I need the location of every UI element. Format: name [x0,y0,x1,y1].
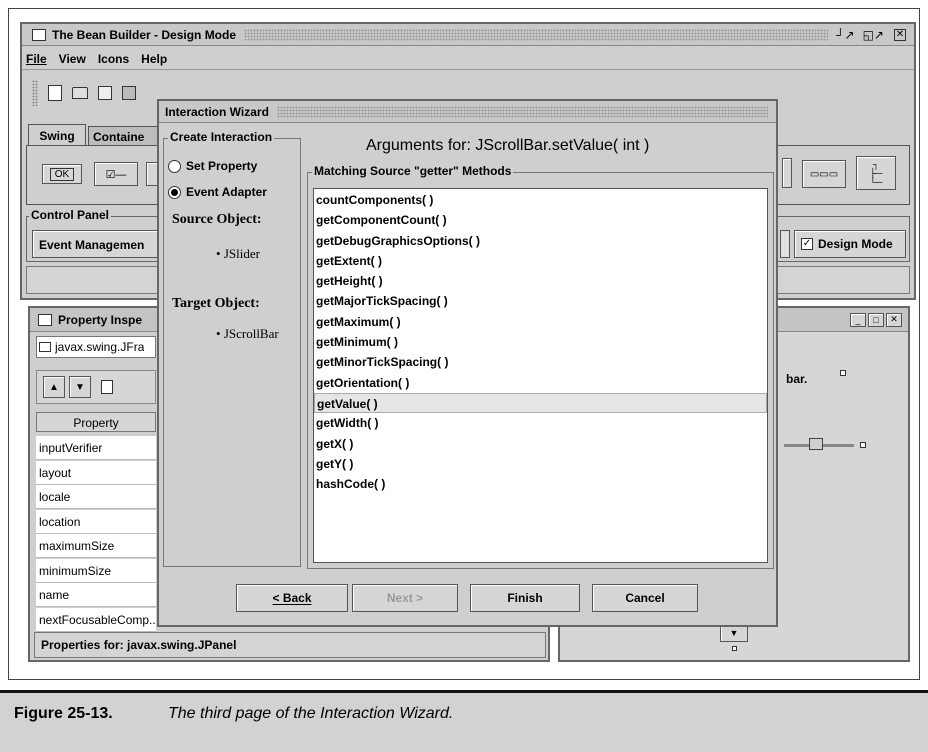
window-title: The Bean Builder - Design Mode [52,27,237,42]
palette-tree-icon[interactable]: ┐ ├─ └─ [856,156,896,190]
method-item[interactable]: getExtent( ) [314,251,767,271]
figure-text: The third page of the Interaction Wizard… [168,705,454,722]
radio-set-property-icon [168,159,181,173]
menu-help[interactable]: Help [141,52,167,66]
design-mode-label: Design Mode [818,237,893,251]
new-icon[interactable] [48,85,62,101]
palette-spinner-icon[interactable]: ▭▭▭ [802,160,846,188]
scroll-handle [732,646,737,651]
toolbar-grip [32,80,38,106]
design-icon[interactable] [122,86,136,100]
design-mode-check-icon: ✓ [801,238,813,250]
method-item[interactable]: getMinimum( ) [314,332,767,352]
close-icon[interactable]: ✕ [894,28,906,41]
target-object-label: Target Object: [172,296,260,311]
property-row[interactable]: location [36,509,156,534]
figure-caption: Figure 25-13. The third page of the Inte… [0,690,928,752]
method-item[interactable]: getValue( ) [314,392,767,414]
property-row[interactable]: inputVerifier [36,436,156,460]
slider-thumb[interactable] [808,438,823,450]
figure-number: Figure 25-13. [14,705,113,722]
set-property-label: Set Property [186,159,258,173]
maximize-icon[interactable]: ◱↗ [863,28,884,42]
minimize-icon[interactable]: ┘↗ [836,28,855,42]
label-handle [840,370,846,376]
radio-set-property[interactable]: Set Property [168,158,257,174]
wizard-titlebar-grip [276,105,768,118]
cancel-button[interactable]: Cancel [592,584,698,612]
inspector-footer: Properties for: javax.swing.JPanel [34,632,546,658]
property-row[interactable]: minimumSize [36,558,156,583]
test-minimize-icon[interactable]: _ [850,312,866,327]
finish-button[interactable]: Finish [470,584,580,612]
target-object-value: • JScrollBar [216,326,279,341]
source-object-value: • JSlider [216,246,260,261]
methods-legend: Matching Source "getter" Methods [312,164,514,178]
method-item[interactable]: getMinorTickSpacing( ) [314,352,767,372]
method-item[interactable]: countComponents( ) [314,190,767,210]
method-item[interactable]: getMajorTickSpacing( ) [314,291,767,311]
menu-file[interactable]: File [26,52,47,66]
save-icon[interactable] [98,86,112,100]
palette-tab-containers[interactable]: Containe [88,126,168,146]
window-icon [32,28,46,41]
wizard-title: Interaction Wizard [165,104,269,119]
test-label: bar. [786,372,808,386]
open-icon[interactable] [72,87,88,99]
create-interaction-group: Create Interaction [163,130,301,567]
menu-bar: File View Icons Help [22,48,914,70]
property-header-text: Property [73,416,119,430]
methods-list[interactable]: countComponents( ) getComponentCount( ) ge… [313,188,768,563]
arguments-heading: Arguments for: JScrollBar.setValue( int … [366,137,650,154]
test-maximize-icon[interactable]: □ [868,312,884,327]
inspector-footer-text: Properties for: javax.swing.JPanel [41,638,237,652]
property-row[interactable]: maximumSize [36,534,156,558]
toolbar [32,78,162,108]
move-down-icon[interactable]: ▼ [69,376,91,398]
property-column-header[interactable]: Property [36,412,156,432]
source-object-label: Source Object: [172,212,262,227]
radio-event-adapter[interactable]: Event Adapter [168,184,267,200]
method-item[interactable]: getOrientation( ) [314,373,767,393]
method-item[interactable]: getWidth( ) [314,413,767,433]
property-row[interactable]: locale [36,485,156,509]
palette-tab-swing[interactable]: Swing [28,124,86,146]
inspector-new-icon[interactable] [101,380,113,394]
method-item[interactable]: getComponentCount( ) [314,210,767,230]
titlebar-grip [244,28,829,41]
back-button[interactable]: < Back [236,584,348,612]
frame-icon [39,342,51,352]
event-adapter-label: Event Adapter [186,185,267,199]
method-item[interactable]: getMaximum( ) [314,312,767,332]
next-button[interactable]: Next > [352,584,458,612]
slider-handle [860,442,866,448]
inspector-window-icon [38,313,52,326]
property-inspector-title: Property Inspe [58,312,143,327]
radio-event-adapter-icon [168,185,181,199]
method-item[interactable]: getHeight( ) [314,271,767,291]
test-close-icon[interactable]: ✕ [886,312,902,327]
method-item[interactable]: hashCode( ) [314,474,767,494]
palette-toggle-icon[interactable] [782,158,792,188]
property-row[interactable]: layout [36,460,156,485]
property-row[interactable]: nextFocusableComp... [36,607,156,632]
move-up-icon[interactable]: ▲ [43,376,65,398]
property-row[interactable]: name [36,583,156,607]
menu-view[interactable]: View [59,52,86,66]
method-item[interactable]: getX( ) [314,434,767,454]
inspector-object-text: javax.swing.JFra [55,340,145,354]
create-interaction-legend: Create Interaction [168,130,275,144]
bean-builder-titlebar: The Bean Builder - Design Mode ┘↗ ◱↗ ✕ [22,24,914,46]
inspector-object-field[interactable]: javax.swing.JFra [36,336,156,358]
control-panel-label: Control Panel [29,208,112,222]
design-mode-checkbox[interactable]: ✓ Design Mode [794,230,906,258]
palette-checkbox-icon[interactable]: ☑— [94,162,138,186]
control-panel-field[interactable] [780,230,790,258]
inspector-toolbar: ▲ ▼ [36,370,156,404]
palette-ok-button[interactable]: OK [42,164,82,184]
wizard-titlebar: Interaction Wizard [159,101,776,123]
method-item[interactable]: getY( ) [314,454,767,474]
menu-icons[interactable]: Icons [98,52,129,66]
method-item[interactable]: getDebugGraphicsOptions( ) [314,231,767,251]
